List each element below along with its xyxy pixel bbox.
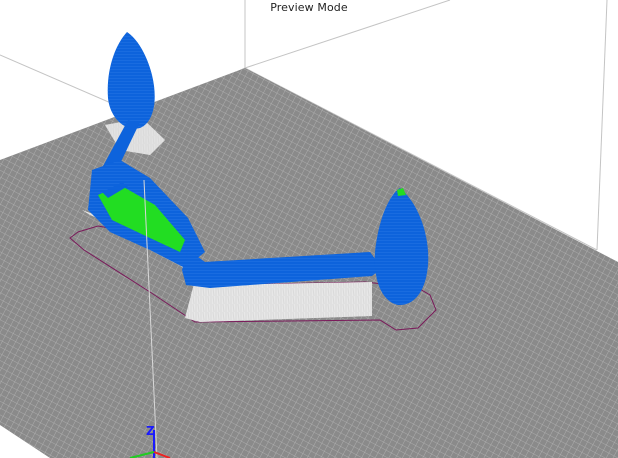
scene-canvas[interactable] bbox=[0, 0, 618, 458]
3d-preview-viewport[interactable]: Preview Mode Z bbox=[0, 0, 618, 458]
preview-mode-label: Preview Mode bbox=[270, 1, 348, 14]
axis-z-label: Z bbox=[146, 424, 155, 438]
